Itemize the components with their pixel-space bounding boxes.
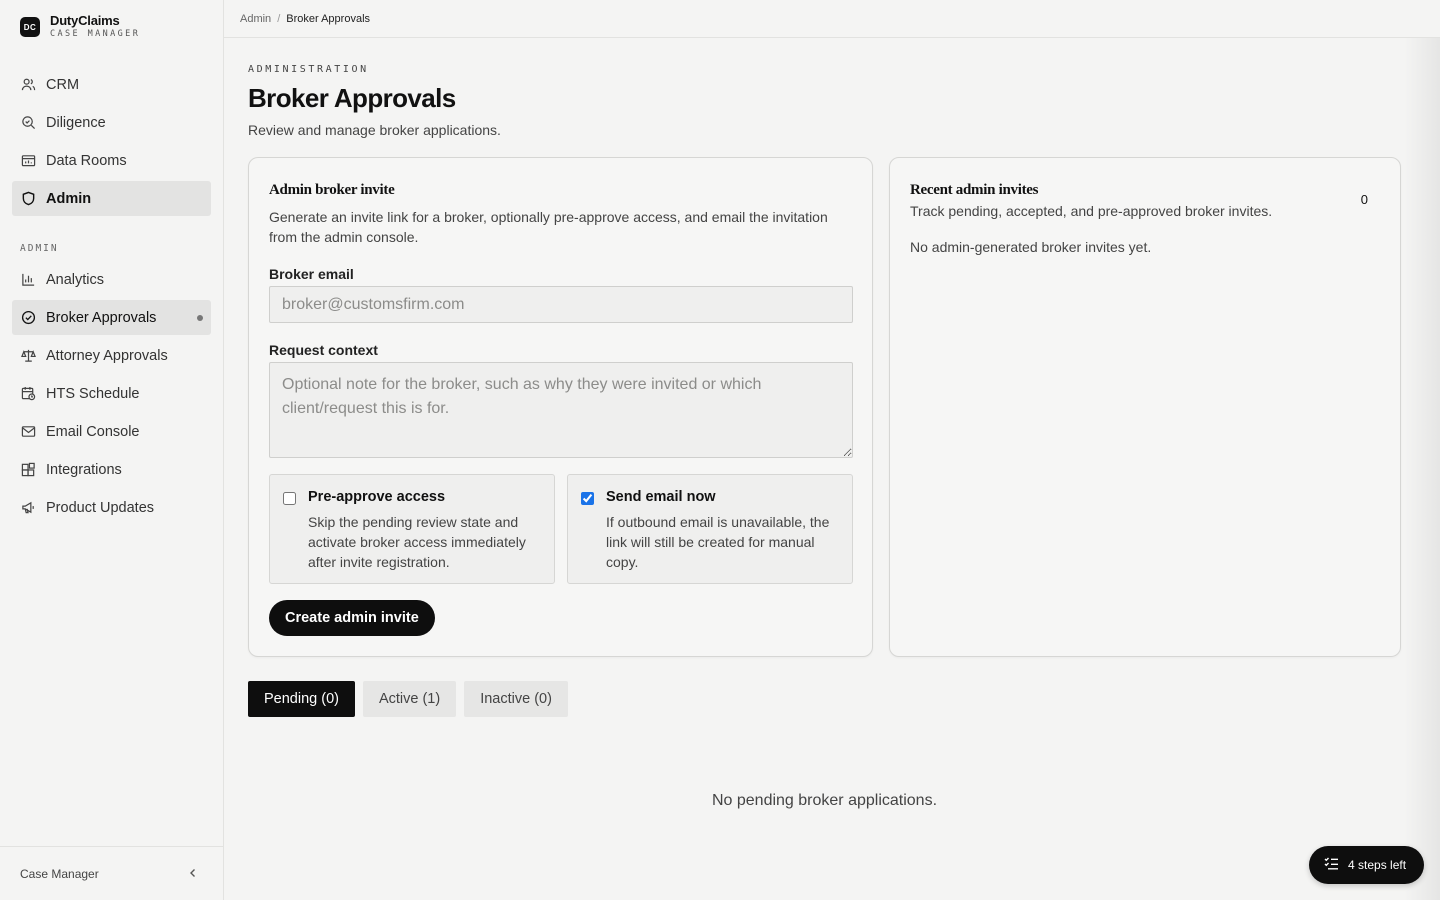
sidebar-item-label: CRM (46, 76, 80, 93)
preapprove-description: Skip the pending review state and activa… (308, 514, 526, 570)
sidebar-section-label: ADMIN (20, 243, 59, 254)
send-email-checkbox[interactable] (581, 492, 594, 505)
checklist-icon (1324, 857, 1348, 873)
preapprove-checkbox[interactable] (283, 492, 296, 505)
request-context-textarea[interactable] (269, 362, 853, 458)
brand[interactable]: DC DutyClaims CASE MANAGER (20, 14, 140, 40)
breadcrumb: Admin / Broker Approvals (224, 0, 1440, 38)
empty-applications-message: No pending broker applications. (711, 792, 938, 809)
bar-chart-icon (20, 272, 36, 288)
sidebar-item-integrations[interactable]: Integrations (12, 452, 211, 487)
preapprove-title: Pre-approve access (308, 489, 446, 505)
send-email-option[interactable]: Send email now If outbound email is unav… (567, 474, 853, 584)
sidebar-item-label: HTS Schedule (46, 385, 140, 402)
sidebar-item-attorney-approvals[interactable]: Attorney Approvals (12, 338, 211, 373)
send-email-title: Send email now (606, 489, 716, 505)
mail-icon (20, 424, 36, 440)
tab-pending[interactable]: Pending (0) (248, 681, 355, 717)
sidebar-item-email-console[interactable]: Email Console (12, 414, 211, 449)
brand-logo: DC (20, 17, 40, 37)
edge-shadow (1404, 38, 1440, 900)
sidebar-item-admin[interactable]: Admin (12, 181, 211, 216)
sidebar-item-label: Analytics (46, 271, 105, 288)
recent-invites-card: Recent admin invites Track pending, acce… (889, 157, 1401, 657)
recent-invites-description: Track pending, accepted, and pre-approve… (910, 203, 1273, 219)
application-status-tabs: Pending (0) Active (1) Inactive (0) (248, 681, 568, 717)
recent-invites-empty: No admin-generated broker invites yet. (910, 239, 1152, 255)
page-title: Broker Approvals (248, 83, 456, 113)
steps-left-label: 4 steps left (1348, 858, 1407, 872)
recent-invites-count: 0 (1360, 192, 1368, 207)
users-icon (20, 77, 36, 93)
sidebar-item-hts-schedule[interactable]: HTS Schedule (12, 376, 211, 411)
broker-email-input[interactable] (269, 286, 853, 323)
search-icon (20, 115, 36, 131)
sidebar-item-analytics[interactable]: Analytics (12, 262, 211, 297)
sidebar-item-label: Integrations (46, 461, 122, 478)
sidebar-footer-label: Case Manager (20, 866, 99, 881)
sidebar-item-label: Email Console (46, 423, 140, 440)
recent-invites-title: Recent admin invites (910, 182, 1039, 198)
page-kicker: ADMINISTRATION (248, 64, 369, 75)
sidebar-item-label: Product Updates (46, 499, 155, 516)
breadcrumb-separator: / (277, 12, 281, 25)
calendar-clock-icon (20, 386, 36, 402)
breadcrumb-current: Broker Approvals (286, 12, 371, 25)
sidebar-item-broker-approvals[interactable]: Broker Approvals (12, 300, 211, 335)
invite-card-description: Generate an invite link for a broker, op… (269, 209, 828, 245)
chevron-left-icon[interactable] (187, 866, 199, 882)
sidebar-item-crm[interactable]: CRM (12, 67, 211, 102)
breadcrumb-root[interactable]: Admin (240, 13, 271, 25)
tab-active[interactable]: Active (1) (362, 681, 457, 717)
request-context-label: Request context (269, 342, 378, 358)
admin-invite-card: Admin broker invite Generate an invite l… (248, 157, 873, 657)
brand-name: DutyClaims (50, 13, 120, 28)
sidebar-item-diligence[interactable]: Diligence (12, 105, 211, 140)
check-circle-icon (20, 310, 36, 326)
primary-nav: CRM Diligence Data Rooms Admin (12, 67, 211, 219)
sidebar: DC DutyClaims CASE MANAGER CRM Diligence… (0, 0, 224, 900)
sidebar-footer: Case Manager (0, 846, 223, 900)
send-email-description: If outbound email is unavailable, the li… (606, 514, 830, 570)
shield-icon (20, 191, 36, 207)
sidebar-item-product-updates[interactable]: Product Updates (12, 490, 211, 525)
admin-nav: Analytics Broker Approvals Attorney Appr… (12, 262, 211, 528)
page-subtitle: Review and manage broker applications. (248, 122, 501, 138)
steps-left-button[interactable]: 4 steps left (1309, 846, 1424, 884)
tab-inactive[interactable]: Inactive (0) (464, 681, 568, 717)
sidebar-item-label: Data Rooms (46, 152, 127, 169)
brand-subtitle: CASE MANAGER (50, 29, 141, 39)
folder-icon (20, 153, 36, 169)
scales-icon (20, 348, 36, 364)
sidebar-item-label: Attorney Approvals (46, 347, 168, 364)
sidebar-item-label: Admin (46, 190, 92, 207)
blocks-icon (20, 462, 36, 478)
preapprove-option[interactable]: Pre-approve access Skip the pending revi… (269, 474, 555, 584)
broker-email-label: Broker email (269, 266, 354, 282)
invite-card-title: Admin broker invite (269, 182, 395, 198)
active-indicator-dot (197, 315, 203, 321)
sidebar-item-label: Broker Approvals (46, 309, 157, 326)
sidebar-item-label: Diligence (46, 114, 106, 131)
sidebar-item-data-rooms[interactable]: Data Rooms (12, 143, 211, 178)
megaphone-icon (20, 500, 36, 516)
create-admin-invite-button[interactable]: Create admin invite (269, 600, 435, 636)
